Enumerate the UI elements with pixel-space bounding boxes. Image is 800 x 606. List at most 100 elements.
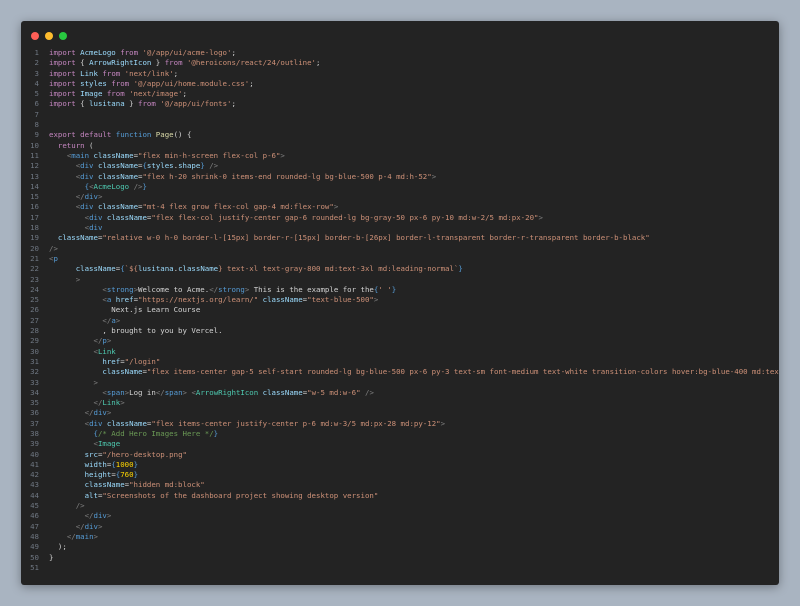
code-token: href [102, 356, 121, 366]
code-line: 26 Next.js Learn Course [21, 305, 779, 315]
code-token: ; [231, 48, 236, 57]
line-number: 3 [34, 68, 39, 78]
code-text: import styles from '@/app/ui/home.module… [49, 79, 254, 89]
code-token: AcmeLogo [93, 181, 130, 191]
code-editor[interactable]: 1 import AcmeLogo from '@/app/ui/acme-log… [21, 48, 779, 573]
line-number: 7 [34, 109, 39, 119]
code-token: "mt-4 flex grow flex-col gap-4 md:flex-r… [142, 202, 334, 212]
line-number: 10 [30, 140, 39, 150]
code-line: 13 <div className="flex h-20 shrink-0 it… [21, 172, 779, 182]
code-text: </Link> [49, 398, 125, 408]
code-token: div [80, 161, 94, 171]
code-token: ; [316, 58, 321, 68]
code-token: Log in [129, 387, 156, 397]
code-token: src [84, 449, 98, 459]
code-text: import Link from 'next/link'; [49, 69, 178, 79]
line-number: 38 [30, 428, 39, 438]
code-text: </div> [49, 408, 112, 418]
line-number: 50 [30, 552, 39, 562]
code-token: 760 [120, 470, 134, 480]
code-token: Link [97, 346, 116, 356]
code-token: , brought to you by Vercel. [49, 326, 223, 336]
code-line: 2 import { ArrowRightIcon } from '@heroic… [21, 58, 779, 68]
code-text: </div> [49, 511, 112, 521]
code-text: className={`${lusitana.className} text-x… [49, 264, 463, 274]
code-token: className [97, 202, 139, 212]
line-number: 8 [34, 120, 39, 130]
code-token: shape [178, 161, 201, 171]
zoom-dot-icon[interactable] [59, 32, 67, 40]
code-line: 37 <div className="flex items-center jus… [21, 419, 779, 429]
code-token: > [106, 511, 112, 521]
line-number: 45 [30, 501, 39, 511]
code-line: 50} [21, 553, 779, 563]
line-number: 20 [30, 243, 39, 253]
code-line: 34 <span>Log in</span> <ArrowRightIcon c… [21, 388, 779, 398]
code-token: ArrowRightIcon [195, 387, 259, 397]
line-number: 25 [30, 295, 39, 305]
code-token: > [97, 521, 103, 531]
code-token: import [49, 78, 81, 88]
code-token: className [57, 233, 98, 243]
line-number: 23 [30, 274, 39, 284]
code-token: alt [84, 490, 98, 500]
code-line: 6 import { lusitana } from '@/app/ui/font… [21, 99, 779, 109]
code-text: <Link [49, 347, 116, 357]
code-text: /> [49, 244, 58, 254]
code-token: /> [129, 181, 143, 191]
code-text: > [49, 378, 98, 388]
code-token: "/login" [124, 356, 161, 366]
code-token: '@/app/ui/fonts' [160, 99, 232, 109]
code-text: </p> [49, 336, 112, 346]
code-line: 44 alt="Screenshots of the dashboard pro… [21, 491, 779, 501]
code-text: </a> [49, 316, 120, 326]
code-line: 16 <div className="mt-4 flex grow flex-c… [21, 202, 779, 212]
code-line: 39 <Image [21, 439, 779, 449]
code-token: ; [231, 99, 236, 109]
code-token: lusitana [138, 264, 174, 274]
code-line: 23 > [21, 275, 779, 285]
code-token: } [213, 428, 219, 438]
code-text: <div className="mt-4 flex grow flex-col … [49, 202, 339, 212]
code-token: "hidden md:block" [129, 480, 205, 490]
code-line: 22 className={`${lusitana.className} tex… [21, 264, 779, 274]
code-text: width={1000} [49, 460, 138, 470]
code-text: href="/login" [49, 357, 160, 367]
code-line: 18 <div [21, 223, 779, 233]
code-token: </ [155, 387, 165, 397]
line-number: 2 [34, 58, 39, 68]
line-number: 13 [30, 171, 39, 181]
code-token: styles [80, 78, 107, 88]
code-text: import { lusitana } from '@/app/ui/fonts… [49, 99, 236, 109]
code-line: 17 <div className="flex flex-col justify… [21, 213, 779, 223]
line-number: 22 [30, 264, 39, 274]
line-number: 21 [30, 253, 39, 263]
code-token: from [106, 78, 134, 88]
code-token: className [102, 367, 143, 377]
close-dot-icon[interactable] [31, 32, 39, 40]
line-number: 49 [30, 542, 39, 552]
code-text: src="/hero-desktop.png" [49, 450, 187, 460]
code-line: 41 width={1000} [21, 460, 779, 470]
code-line: 21 <p [21, 254, 779, 264]
code-token: div [93, 511, 107, 521]
code-token: function [115, 130, 156, 140]
code-token: Image [80, 89, 103, 99]
line-number: 42 [30, 470, 39, 480]
code-token: } [142, 181, 147, 191]
code-line: 15 </div> [21, 192, 779, 202]
line-number: 31 [30, 356, 39, 366]
minimize-dot-icon[interactable] [45, 32, 53, 40]
code-token: width [84, 459, 107, 469]
code-token: className [97, 171, 139, 181]
